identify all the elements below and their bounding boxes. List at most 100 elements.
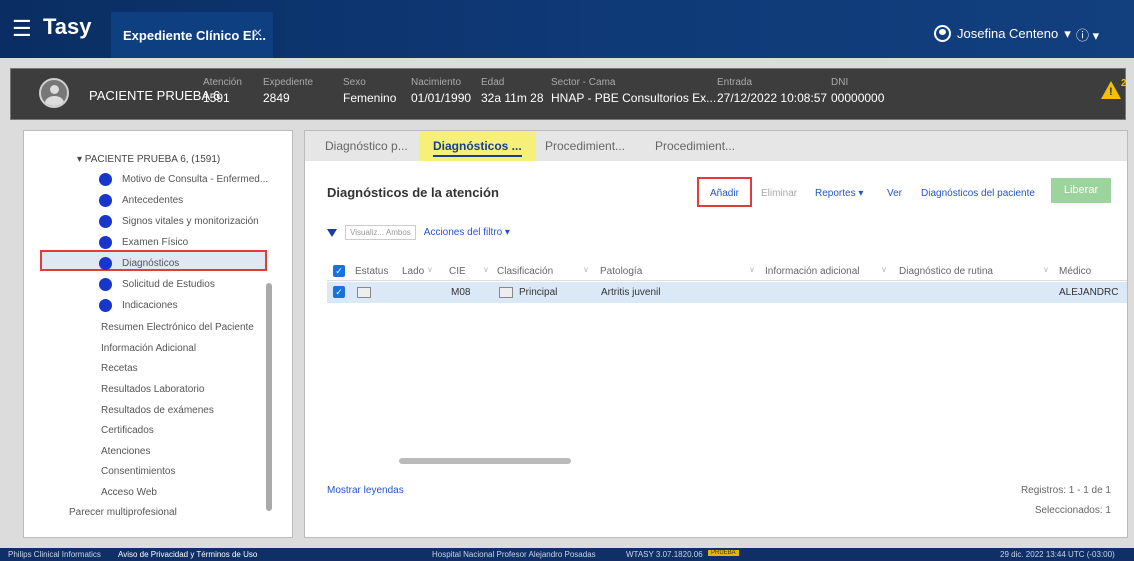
field-atencion: Atención 1591 <box>203 77 242 105</box>
horizontal-scrollbar[interactable] <box>399 458 571 464</box>
tree-item-consentimientos[interactable]: Consentimientos <box>101 466 175 477</box>
tree-root[interactable]: ▾ PACIENTE PRUEBA 6, (1591) <box>77 154 220 165</box>
privacy-link[interactable]: Aviso de Privacidad y Términos de Uso <box>118 550 257 559</box>
filter-view-box[interactable]: Visualiz... Ambos <box>345 225 416 240</box>
cell-patologia: Artritis juvenil <box>601 287 661 298</box>
field-dni: DNI 00000000 <box>831 77 885 105</box>
tree-item-atenciones[interactable]: Atenciones <box>101 446 150 457</box>
app-tab[interactable]: Expediente Clínico El... × <box>111 12 273 58</box>
tab-procedimient-2[interactable]: Procedimient... <box>655 131 735 161</box>
column-header-estatus[interactable]: Estatus <box>355 266 388 277</box>
tab-procedimient-1[interactable]: Procedimient... <box>545 131 625 161</box>
status-dot-icon <box>99 236 112 249</box>
column-header-medico[interactable]: Médico <box>1059 266 1091 277</box>
column-header-clasificacion[interactable]: Clasificación <box>497 266 553 277</box>
filter-actions-button[interactable]: Acciones del filtro ▾ <box>424 227 510 238</box>
footer-datetime: 29 dic. 2022 13:44 UTC (-03:00) <box>1000 550 1115 559</box>
status-dot-icon <box>99 257 112 270</box>
delete-button[interactable]: Eliminar <box>761 188 797 199</box>
tree-scrollbar[interactable] <box>266 283 272 511</box>
tab-diagnostico-p[interactable]: Diagnóstico p... <box>325 131 408 161</box>
environment-badge: PRUEBA <box>708 550 739 556</box>
sort-chevron-icon: ∨ <box>427 265 433 274</box>
table-header: ✓ Estatus Lado ∨ CIE ∨ Clasificación ∨ P… <box>327 261 1127 281</box>
chevron-down-icon: ▾ <box>1064 25 1071 41</box>
field-expediente: Expediente 2849 <box>263 77 314 105</box>
field-nacimiento: Nacimiento 01/01/1990 <box>411 77 472 105</box>
footer-version: WTASY 3.07.1820.06 <box>626 550 703 559</box>
top-bar: ☰ Tasy Expediente Clínico El... × Josefi… <box>0 0 1134 58</box>
tree-item-examen[interactable]: Examen Físico <box>99 236 188 249</box>
row-checkbox[interactable]: ✓ <box>333 286 345 298</box>
tree-item-examenes[interactable]: Resultados de exámenes <box>101 405 214 416</box>
tree-item-solicitud[interactable]: Solicitud de Estudios <box>99 278 215 291</box>
select-all-checkbox[interactable]: ✓ <box>333 265 345 277</box>
tree-item-antecedentes[interactable]: Antecedentes <box>99 194 183 207</box>
cell-medico: ALEJANDRC <box>1059 287 1119 298</box>
navigation-tree: ▾ PACIENTE PRUEBA 6, (1591) Motivo de Co… <box>23 130 293 538</box>
column-header-patologia[interactable]: Patología <box>600 266 642 277</box>
filter-icon[interactable] <box>327 228 337 237</box>
column-header-cie[interactable]: CIE <box>449 266 466 277</box>
filter-bar: Visualiz... Ambos Acciones del filtro ▾ <box>327 225 510 240</box>
sort-chevron-icon: ∨ <box>749 265 755 274</box>
footer-hospital: Hospital Nacional Profesor Alejandro Pos… <box>432 550 596 559</box>
alert-count: 2 <box>1121 78 1127 89</box>
sort-chevron-icon: ∨ <box>483 265 489 274</box>
tree-item-lab[interactable]: Resultados Laboratorio <box>101 384 204 395</box>
user-name: Josefina Centeno <box>957 26 1059 41</box>
user-menu[interactable]: Josefina Centeno ▾ <box>934 25 1071 42</box>
footer: Philips Clinical Informatics Aviso de Pr… <box>0 548 1134 561</box>
status-dot-icon <box>99 194 112 207</box>
cell-cie: M08 <box>451 287 471 298</box>
main-panel: Diagnóstico p... Diagnósticos ... Proced… <box>304 130 1128 538</box>
table-row[interactable]: ✓ M08 Principal Artritis juvenil ALEJAND… <box>327 282 1127 303</box>
warning-mark: ! <box>1109 86 1113 98</box>
add-button[interactable]: Añadir <box>710 188 739 199</box>
section-title: Diagnósticos de la atención <box>327 185 499 200</box>
status-dot-icon <box>99 278 112 291</box>
tree-item-indicaciones[interactable]: Indicaciones <box>99 299 178 312</box>
close-icon[interactable]: × <box>253 25 262 43</box>
field-sector-cama: Sector - Cama HNAP - PBE Consultorios Ex.… <box>551 77 717 105</box>
tree-item-motivo[interactable]: Motivo de Consulta - Enfermed... <box>99 173 268 186</box>
patient-diagnoses-button[interactable]: Diagnósticos del paciente <box>921 188 1035 199</box>
patient-name: PACIENTE PRUEBA 6 <box>89 88 221 103</box>
classification-icon <box>499 287 513 298</box>
sort-chevron-icon: ∨ <box>583 265 589 274</box>
tab-diagnosticos[interactable]: Diagnósticos ... <box>419 131 536 161</box>
patient-banner: PACIENTE PRUEBA 6 Atención 1591 Expedient… <box>10 68 1127 120</box>
tree-item-recetas[interactable]: Recetas <box>101 363 138 374</box>
footer-company: Philips Clinical Informatics <box>8 550 101 559</box>
column-header-diag-rutina[interactable]: Diagnóstico de rutina <box>899 266 993 277</box>
status-icon <box>357 287 371 298</box>
menu-icon[interactable]: ☰ <box>12 18 32 40</box>
records-count: Registros: 1 - 1 de 1 <box>1020 485 1111 496</box>
cell-clasificacion: Principal <box>519 287 558 298</box>
tree-item-diagnosticos[interactable]: Diagnósticos <box>99 257 179 270</box>
field-entrada: Entrada 27/12/2022 10:08:57 <box>717 77 828 105</box>
tree-item-certificados[interactable]: Certificados <box>101 425 154 436</box>
release-button[interactable]: Liberar <box>1051 178 1111 203</box>
show-legends-link[interactable]: Mostrar leyendas <box>327 485 404 496</box>
tree-item-resumen[interactable]: Resumen Electrónico del Paciente <box>101 322 254 333</box>
sort-chevron-icon: ∨ <box>1043 265 1049 274</box>
info-menu[interactable]: ⓘ ▾ <box>1076 25 1099 44</box>
sort-chevron-icon: ∨ <box>881 265 887 274</box>
view-button[interactable]: Ver <box>887 188 902 199</box>
column-header-info-adicional[interactable]: Información adicional <box>765 266 860 277</box>
status-dot-icon <box>99 173 112 186</box>
tree-item-info-adicional[interactable]: Información Adicional <box>101 343 196 354</box>
selected-count: Seleccionados: 1 <box>1034 505 1111 516</box>
field-edad: Edad 32a 11m 28 <box>481 77 544 105</box>
tree-item-parecer[interactable]: Parecer multiprofesional <box>69 507 177 518</box>
user-icon <box>934 25 951 42</box>
tree-item-acceso-web[interactable]: Acceso Web <box>101 487 157 498</box>
tree-item-signos[interactable]: Signos vitales y monitorización <box>99 215 259 228</box>
app-logo: Tasy <box>43 14 92 39</box>
column-header-lado[interactable]: Lado <box>402 266 424 277</box>
status-dot-icon <box>99 299 112 312</box>
reports-button[interactable]: Reportes ▾ <box>815 188 863 199</box>
status-dot-icon <box>99 215 112 228</box>
app-tab-label: Expediente Clínico El... <box>123 28 267 43</box>
